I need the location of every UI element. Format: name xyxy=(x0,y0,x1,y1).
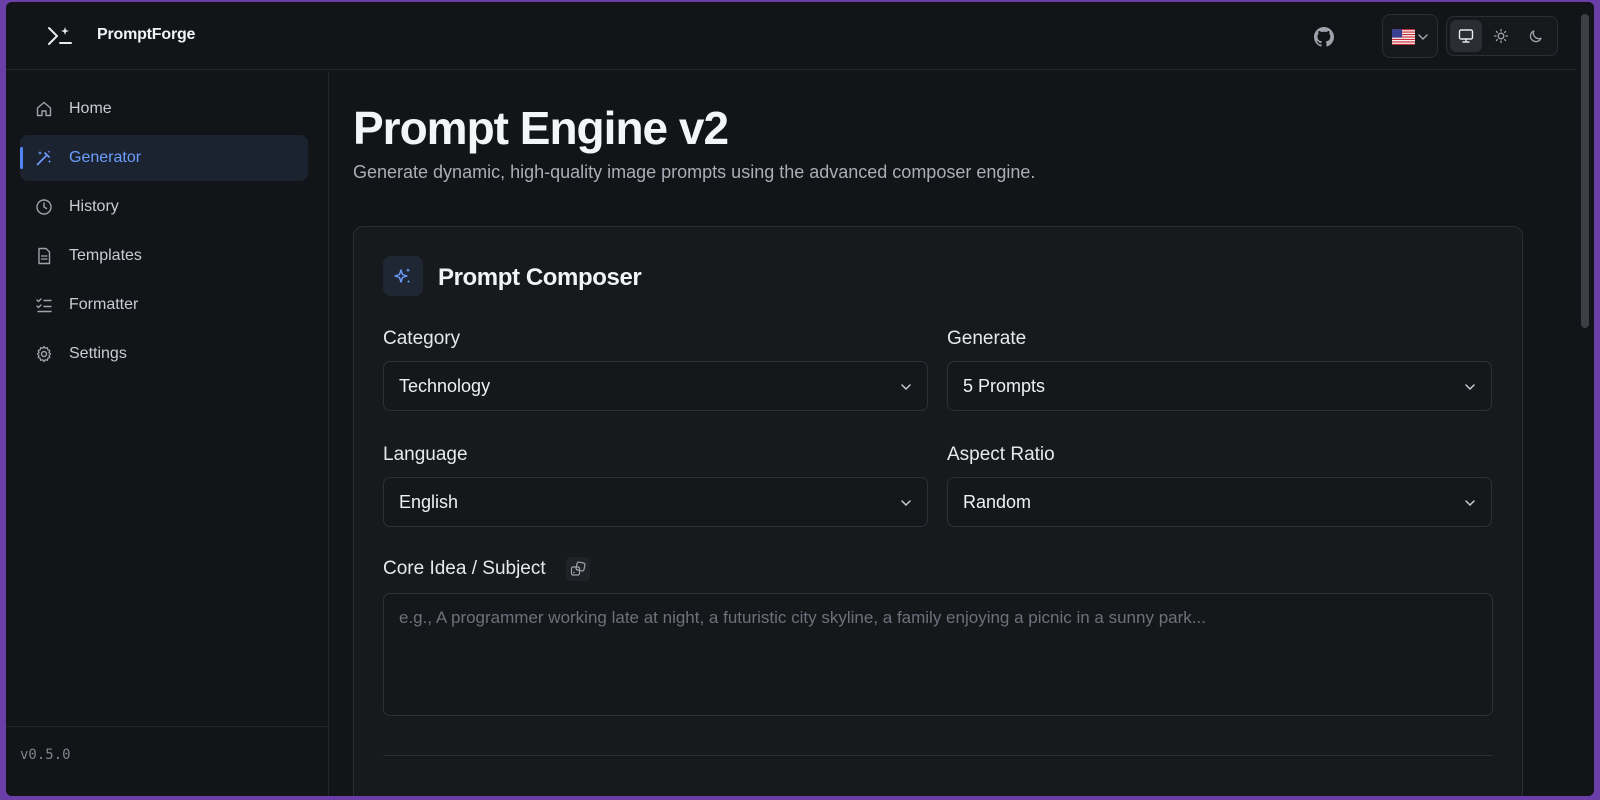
random-idea-button[interactable] xyxy=(566,557,590,581)
sidebar-item-home[interactable]: Home xyxy=(20,86,308,132)
main-content: Prompt Engine v2 Generate dynamic, high-… xyxy=(330,71,1550,796)
chevron-down-icon xyxy=(901,384,911,391)
language-label: Language xyxy=(383,444,468,465)
dice-icon xyxy=(570,561,586,576)
page-title: Prompt Engine v2 xyxy=(353,102,729,154)
sidebar-item-label: Generator xyxy=(69,149,142,166)
generate-label: Generate xyxy=(947,328,1027,349)
generate-count-select[interactable]: 5 Prompts xyxy=(947,361,1492,411)
prompt-composer-card: Prompt Composer Category Technology Gene… xyxy=(353,226,1523,796)
language-select[interactable]: English xyxy=(383,477,928,527)
home-icon xyxy=(36,101,52,117)
terminal-sparkle-icon xyxy=(48,27,72,45)
document-icon xyxy=(38,247,51,265)
list-check-icon xyxy=(36,298,52,313)
category-select[interactable]: Technology xyxy=(383,361,928,411)
sparkles-icon xyxy=(394,268,411,283)
chevron-down-icon xyxy=(1418,34,1428,41)
magic-wand-icon xyxy=(36,150,51,166)
page-subtitle: Generate dynamic, high-quality image pro… xyxy=(353,162,1036,182)
scrollbar-thumb[interactable] xyxy=(1581,14,1589,328)
category-label: Category xyxy=(383,328,461,349)
section-divider xyxy=(383,755,1493,756)
card-icon-badge xyxy=(383,256,423,296)
language-selector[interactable] xyxy=(1382,14,1438,58)
sidebar-item-label: Templates xyxy=(69,247,142,264)
theme-system-button[interactable] xyxy=(1450,20,1482,52)
chevron-down-icon xyxy=(1465,500,1475,507)
sidebar-item-history[interactable]: History xyxy=(20,184,308,230)
sidebar-item-label: Home xyxy=(69,100,112,117)
aspect-ratio-label: Aspect Ratio xyxy=(947,444,1055,465)
github-icon[interactable] xyxy=(1312,25,1336,49)
sidebar-item-label: History xyxy=(69,198,119,215)
language-value: English xyxy=(399,492,459,512)
generate-value: 5 Prompts xyxy=(963,376,1046,396)
sidebar-item-formatter[interactable]: Formatter xyxy=(20,282,308,328)
sidebar-item-generator[interactable]: Generator xyxy=(20,135,308,181)
theme-light-button[interactable] xyxy=(1485,20,1517,52)
sun-icon xyxy=(1493,28,1509,44)
clock-icon xyxy=(36,199,52,215)
core-idea-label: Core Idea / Subject xyxy=(383,558,546,579)
sidebar-item-label: Formatter xyxy=(69,296,139,313)
monitor-icon xyxy=(1458,29,1474,43)
sidebar-footer: v0.5.0 xyxy=(6,726,328,796)
core-idea-textarea[interactable]: e.g., A programmer working late at night… xyxy=(383,593,1493,716)
gear-icon xyxy=(36,345,52,363)
theme-switcher xyxy=(1446,16,1558,56)
page-scrollbar[interactable] xyxy=(1576,2,1594,796)
core-idea-placeholder: e.g., A programmer working late at night… xyxy=(399,608,1206,627)
us-flag-icon xyxy=(1392,29,1415,45)
chevron-down-icon xyxy=(1465,384,1475,391)
app-window: PromptForge Home Generator History Templ… xyxy=(6,2,1594,796)
sidebar: Home Generator History Templates Formatt… xyxy=(6,71,329,796)
chevron-down-icon xyxy=(901,500,911,507)
sidebar-item-settings[interactable]: Settings xyxy=(20,331,308,377)
brand-name: PromptForge xyxy=(97,26,196,43)
theme-dark-button[interactable] xyxy=(1520,20,1552,52)
category-value: Technology xyxy=(399,376,491,396)
app-version: v0.5.0 xyxy=(20,747,71,763)
moon-icon xyxy=(1529,30,1542,43)
sidebar-item-templates[interactable]: Templates xyxy=(20,233,308,279)
card-title: Prompt Composer xyxy=(438,264,642,291)
aspect-ratio-value: Random xyxy=(963,492,1032,512)
aspect-ratio-select[interactable]: Random xyxy=(947,477,1492,527)
top-bar: PromptForge xyxy=(6,2,1594,70)
sidebar-item-label: Settings xyxy=(69,345,127,362)
